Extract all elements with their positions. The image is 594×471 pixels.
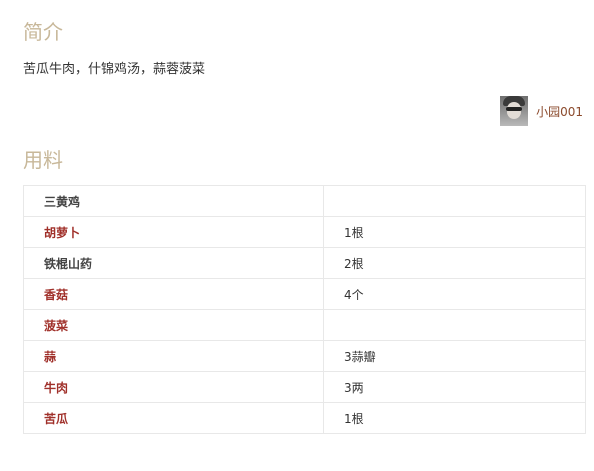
ingredient-row: 香菇 4个 [23,278,586,310]
ingredient-row: 苦瓜 1根 [23,402,586,434]
ingredient-amount: 3蒜瓣 [323,340,586,372]
ingredient-name-cell: 香菇 [23,278,324,310]
ingredients-heading: 用料 [23,148,63,172]
recipe-page: 简介 苦瓜牛肉，什锦鸡汤，蒜蓉菠菜 小园001 用料 三黄鸡 胡萝卜 1根 铁棍山药 2… [0,0,594,471]
ingredient-name-cell: 菠菜 [23,309,324,341]
avatar-glasses [506,107,523,111]
ingredient-amount: 3两 [323,371,586,403]
ingredients-table: 三黄鸡 胡萝卜 1根 铁棍山药 2根 香菇 4个 菠菜蒜 3蒜瓣 牛肉 3两 苦瓜 1根 [23,185,586,434]
ingredient-name[interactable]: 胡萝卜 [44,226,80,240]
ingredient-name[interactable]: 苦瓜 [44,412,68,426]
ingredient-amount: 2根 [323,247,586,279]
ingredient-amount: 1根 [323,216,586,248]
ingredient-amount: 1根 [323,402,586,434]
ingredient-name-cell: 三黄鸡 [23,185,324,217]
ingredient-row: 胡萝卜 1根 [23,216,586,248]
ingredient-row: 蒜 3蒜瓣 [23,340,586,372]
author-info: 小园001 [500,96,583,126]
ingredient-name[interactable]: 牛肉 [44,381,68,395]
ingredient-name-cell: 蒜 [23,340,324,372]
ingredient-name[interactable]: 香菇 [44,288,68,302]
ingredient-row: 牛肉 3两 [23,371,586,403]
ingredient-amount [323,309,586,341]
ingredient-row: 菠菜 [23,309,586,341]
ingredient-name-cell: 牛肉 [23,371,324,403]
ingredient-name[interactable]: 菠菜 [44,319,68,333]
ingredient-amount: 4个 [323,278,586,310]
author-name-link[interactable]: 小园001 [536,103,583,120]
ingredient-name: 铁棍山药 [44,256,93,271]
intro-heading: 简介 [23,20,63,44]
ingredient-name-cell: 胡萝卜 [23,216,324,248]
ingredient-name[interactable]: 蒜 [44,350,56,364]
ingredient-name-cell: 铁棍山药 [23,247,324,279]
ingredient-name: 三黄鸡 [44,194,81,209]
intro-text: 苦瓜牛肉，什锦鸡汤，蒜蓉菠菜 [23,62,206,77]
author-avatar[interactable] [500,96,529,126]
ingredient-row: 铁棍山药 2根 [23,247,586,279]
ingredient-amount [323,185,586,217]
ingredient-name-cell: 苦瓜 [23,402,324,434]
ingredient-row: 三黄鸡 [23,185,586,217]
